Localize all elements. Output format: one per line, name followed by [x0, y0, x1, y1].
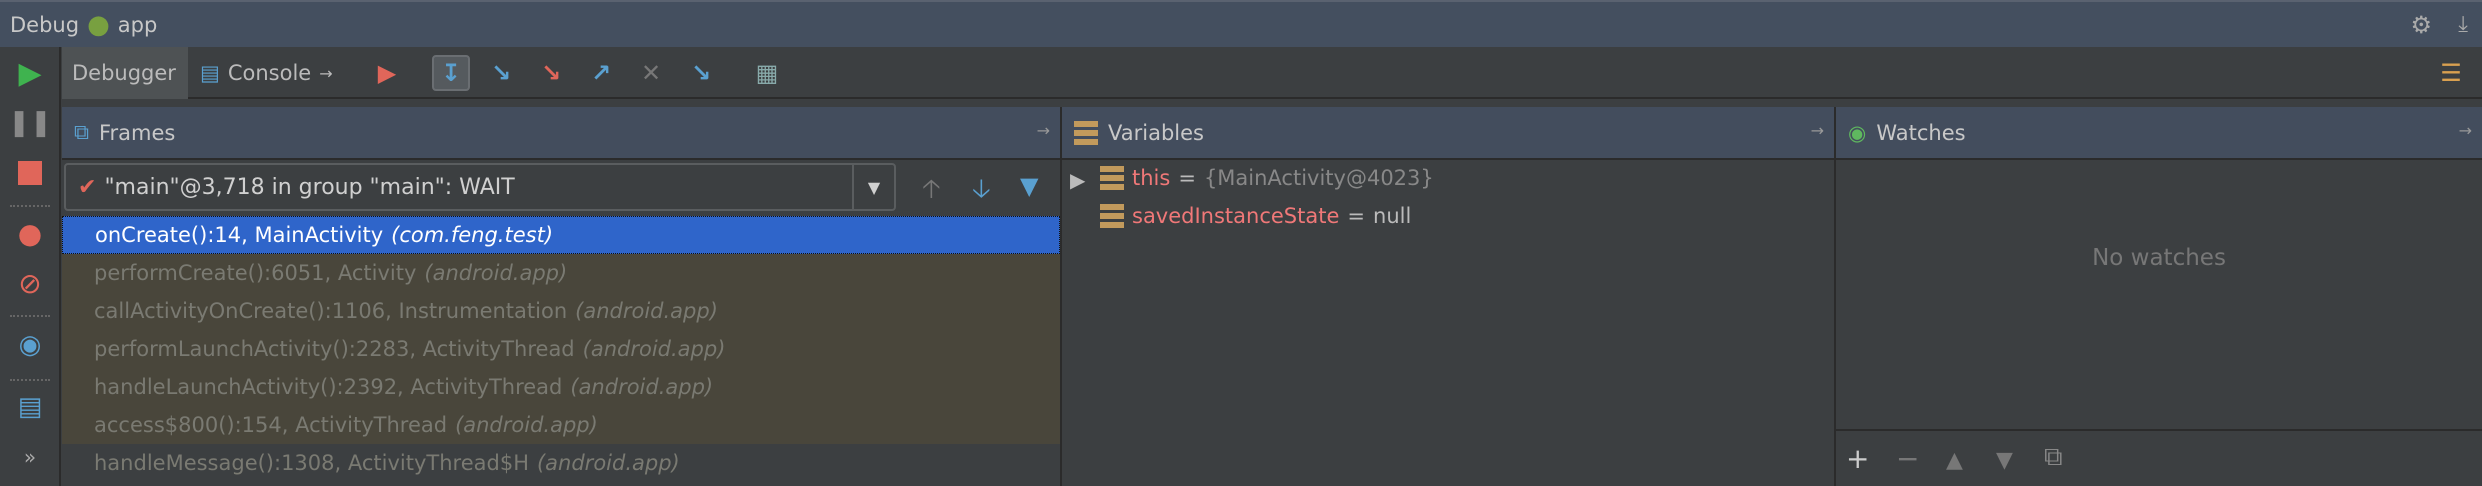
- chevron-down-icon[interactable]: ▼: [852, 165, 894, 209]
- debug-label: Debug: [10, 12, 80, 37]
- camera-icon[interactable]: ◉: [12, 327, 48, 363]
- filter-icon[interactable]: ▼: [1020, 172, 1038, 200]
- restore-layout-icon[interactable]: ☰: [2432, 55, 2470, 91]
- tab-console-label: Console: [227, 61, 312, 85]
- previous-frame-icon[interactable]: 🡡: [922, 170, 941, 214]
- hide-icon[interactable]: ⤓: [2458, 12, 2468, 37]
- variable-row[interactable]: this = {MainActivity@4023}: [1100, 166, 1434, 190]
- frame-row[interactable]: performLaunchActivity():2283, ActivityTh…: [62, 330, 1060, 368]
- thread-select-value: "main"@3,718 in group "main": WAIT: [104, 174, 515, 200]
- frame-method: onCreate():14, MainActivity: [95, 223, 384, 247]
- field-icon: [1100, 204, 1124, 228]
- step-into-icon[interactable]: ↘: [482, 55, 520, 91]
- pin-icon[interactable]: →: [2459, 121, 2472, 140]
- view-breakpoints-icon[interactable]: ●: [12, 215, 48, 251]
- next-frame-icon[interactable]: 🡣: [972, 170, 991, 214]
- tab-debugger[interactable]: Debugger: [62, 47, 188, 99]
- console-icon: ▤: [200, 61, 220, 85]
- variable-name: this: [1132, 166, 1171, 190]
- equals: =: [1178, 166, 1196, 190]
- frame-method: performLaunchActivity():2283, ActivityTh…: [94, 337, 575, 361]
- watches-icon: ◉: [1848, 120, 1867, 145]
- more-icon[interactable]: »: [12, 439, 48, 475]
- frame-package: (android.app): [582, 337, 726, 361]
- move-down-icon[interactable]: ▼: [1996, 448, 2013, 473]
- thread-wait-icon: ✔: [78, 174, 97, 200]
- frame-row[interactable]: performCreate():6051, Activity (android.a…: [62, 254, 1060, 292]
- no-watches-text: No watches: [2092, 245, 2226, 271]
- layout-icon[interactable]: ▤: [12, 389, 48, 425]
- variable-value: null: [1373, 204, 1412, 228]
- variables-title: Variables: [1108, 120, 1204, 145]
- variable-value: {MainActivity@4023}: [1203, 166, 1434, 190]
- frame-package: (com.feng.test): [391, 223, 554, 247]
- frame-row[interactable]: callActivityOnCreate():1106, Instrumenta…: [62, 292, 1060, 330]
- android-icon: ●: [87, 9, 110, 40]
- app-label: app: [117, 12, 158, 37]
- debug-sidebar: ▶ ❚❚ ● ⊘ ◉ ▤ »: [0, 47, 61, 486]
- frames-header: ⧉ Frames →: [62, 107, 1060, 160]
- frame-row[interactable]: handleMessage():1308, ActivityThread$H (a…: [62, 444, 1060, 482]
- frame-method: handleMessage():1308, ActivityThread$H: [94, 451, 529, 475]
- frames-icon: ⧉: [74, 120, 89, 144]
- pin-icon[interactable]: →: [1811, 121, 1824, 140]
- variable-row[interactable]: savedInstanceState = null: [1100, 204, 1411, 228]
- frame-row[interactable]: onCreate():14, MainActivity (com.feng.tes…: [62, 216, 1060, 254]
- move-up-icon[interactable]: ▲: [1946, 448, 1963, 473]
- add-watch-icon[interactable]: +: [1846, 442, 1869, 475]
- pin-icon[interactable]: →: [1037, 121, 1050, 140]
- thread-select[interactable]: ✔ "main"@3,718 in group "main": WAIT ▼: [64, 163, 896, 211]
- frame-package: (android.app): [424, 261, 568, 285]
- frame-package: (android.app): [455, 413, 598, 437]
- resume-icon[interactable]: ▶: [12, 55, 48, 91]
- field-icon: [1100, 166, 1124, 190]
- watches-header: ◉ Watches →: [1836, 107, 2482, 160]
- pause-icon[interactable]: ❚❚: [8, 105, 52, 141]
- step-over-icon[interactable]: ↧: [432, 55, 470, 91]
- evaluate-expression-icon[interactable]: ▦: [748, 55, 786, 91]
- debug-title-bar: Debug ● app ⚙ ⤓: [0, 0, 2482, 47]
- frame-package: (android.app): [536, 451, 680, 475]
- variable-name: savedInstanceState: [1132, 204, 1340, 228]
- frame-row[interactable]: access$800():154, ActivityThread (android…: [62, 406, 1060, 444]
- frame-method: callActivityOnCreate():1106, Instrumenta…: [94, 299, 568, 323]
- equals: =: [1347, 204, 1366, 228]
- step-out-icon[interactable]: ↗: [582, 55, 620, 91]
- frame-method: handleLaunchActivity():2392, ActivityThr…: [94, 375, 563, 399]
- frame-package: (android.app): [570, 375, 714, 399]
- variables-icon: [1074, 120, 1098, 145]
- variables-header: Variables →: [1062, 107, 1834, 160]
- show-execution-point-icon[interactable]: ▶: [368, 55, 406, 91]
- settings-icon[interactable]: ⚙: [2410, 11, 2432, 39]
- frames-title: Frames: [99, 120, 176, 145]
- remove-watch-icon[interactable]: −: [1896, 442, 1919, 475]
- pin-icon[interactable]: →: [319, 64, 332, 83]
- frame-row[interactable]: handleLaunchActivity():2392, ActivityThr…: [62, 368, 1060, 406]
- tab-debugger-label: Debugger: [72, 61, 176, 85]
- watches-title: Watches: [1876, 120, 1966, 145]
- drop-frame-icon[interactable]: ✕: [632, 55, 670, 91]
- debug-toolbar: Debugger ▤ Console → ▶ ↧ ↘ ↘ ↗ ✕ ↘ ▦ ☰: [62, 47, 2482, 99]
- frame-package: (android.app): [575, 299, 718, 323]
- expand-icon[interactable]: ▶: [1070, 168, 1085, 192]
- frame-method: access$800():154, ActivityThread: [94, 413, 448, 437]
- mute-breakpoints-icon[interactable]: ⊘: [12, 265, 48, 301]
- frame-method: performCreate():6051, Activity: [94, 261, 417, 285]
- stop-icon[interactable]: [12, 155, 48, 191]
- run-to-cursor-icon[interactable]: ↘: [682, 55, 720, 91]
- tab-console[interactable]: ▤ Console →: [190, 47, 370, 99]
- force-step-into-icon[interactable]: ↘: [532, 55, 570, 91]
- copy-icon[interactable]: ⧉: [2044, 442, 2063, 473]
